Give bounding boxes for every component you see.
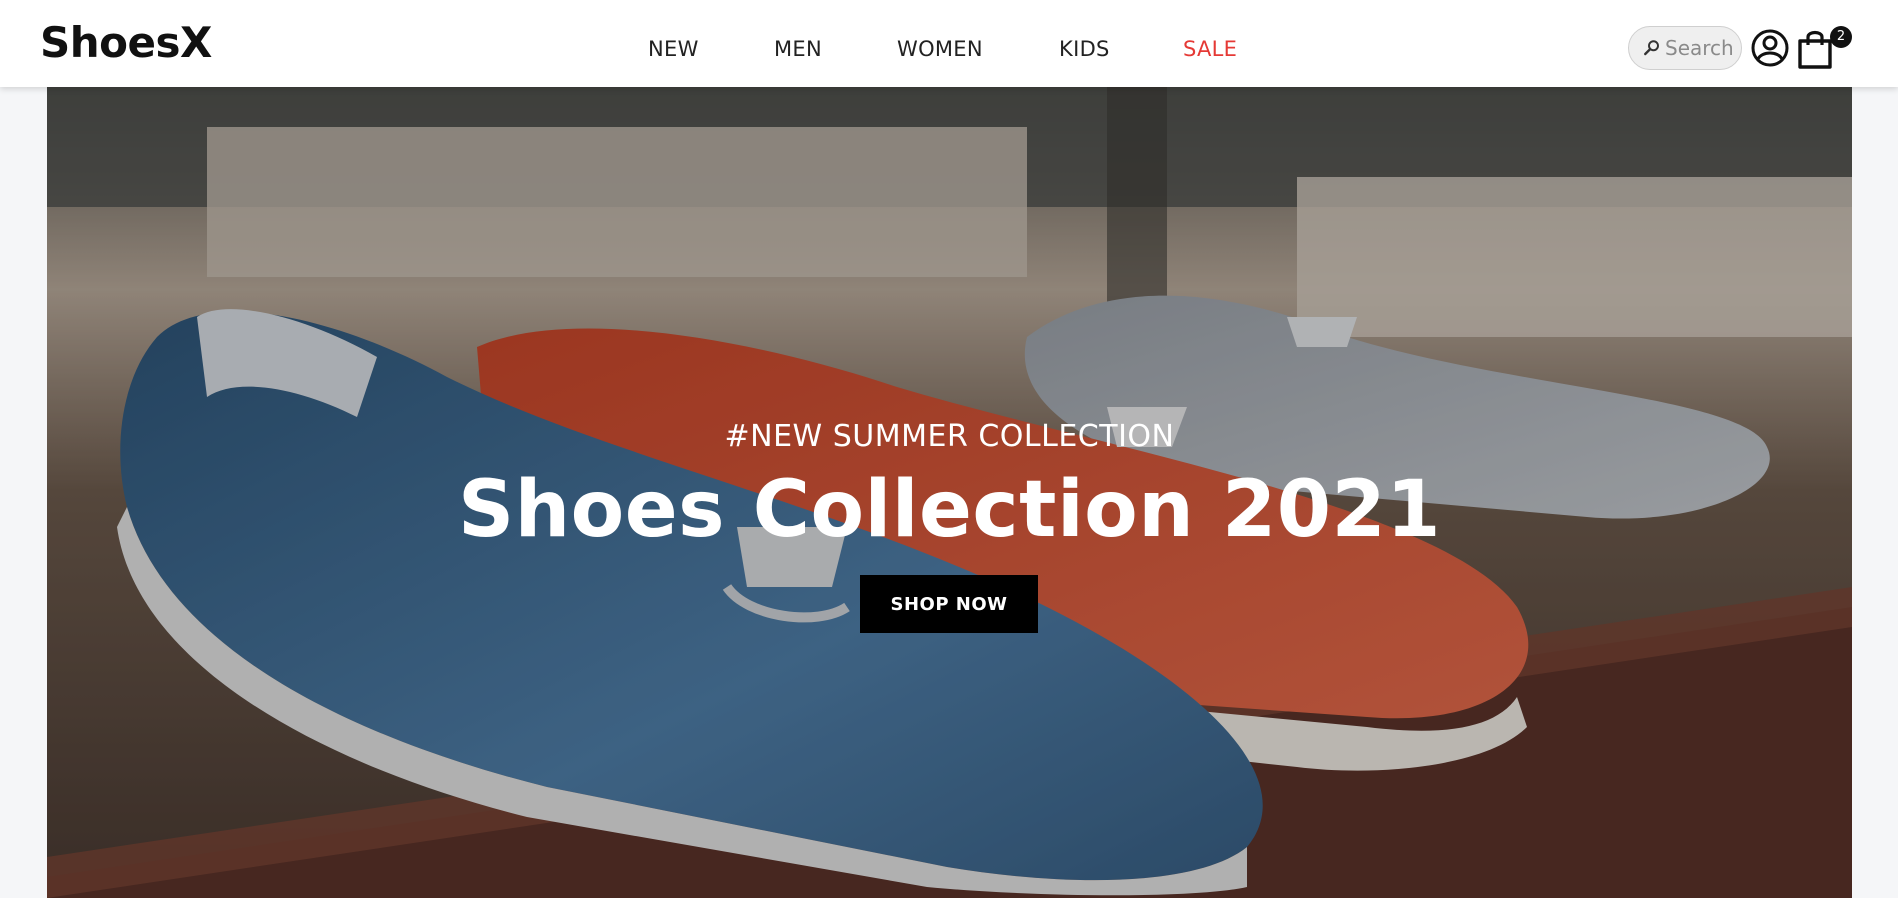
cart-button[interactable]: 2: [1796, 24, 1852, 70]
hero-banner: #NEW SUMMER COLLECTION Shoes Collection …: [47, 87, 1852, 898]
hero-title: Shoes Collection 2021: [457, 465, 1442, 555]
cart-count-badge: 2: [1830, 26, 1852, 48]
nav-item-men[interactable]: MEN: [774, 36, 822, 62]
user-icon[interactable]: [1750, 28, 1790, 68]
site-header: ShoesX NEW MEN WOMEN KIDS SALE 2: [0, 0, 1898, 87]
shop-now-button[interactable]: SHOP NOW: [860, 575, 1038, 633]
hero-content: #NEW SUMMER COLLECTION Shoes Collection …: [47, 87, 1852, 898]
nav-item-kids[interactable]: KIDS: [1059, 36, 1110, 62]
main-nav: NEW MEN WOMEN KIDS SALE: [0, 36, 1898, 66]
nav-item-women[interactable]: WOMEN: [897, 36, 983, 62]
search-box[interactable]: [1628, 26, 1742, 70]
search-input[interactable]: [1665, 36, 1741, 60]
nav-item-new[interactable]: NEW: [648, 36, 699, 62]
nav-item-sale[interactable]: SALE: [1183, 36, 1237, 62]
search-icon: [1644, 40, 1659, 56]
hero-subtitle: #NEW SUMMER COLLECTION: [724, 419, 1175, 454]
shopping-bag-icon: [1798, 30, 1832, 69]
